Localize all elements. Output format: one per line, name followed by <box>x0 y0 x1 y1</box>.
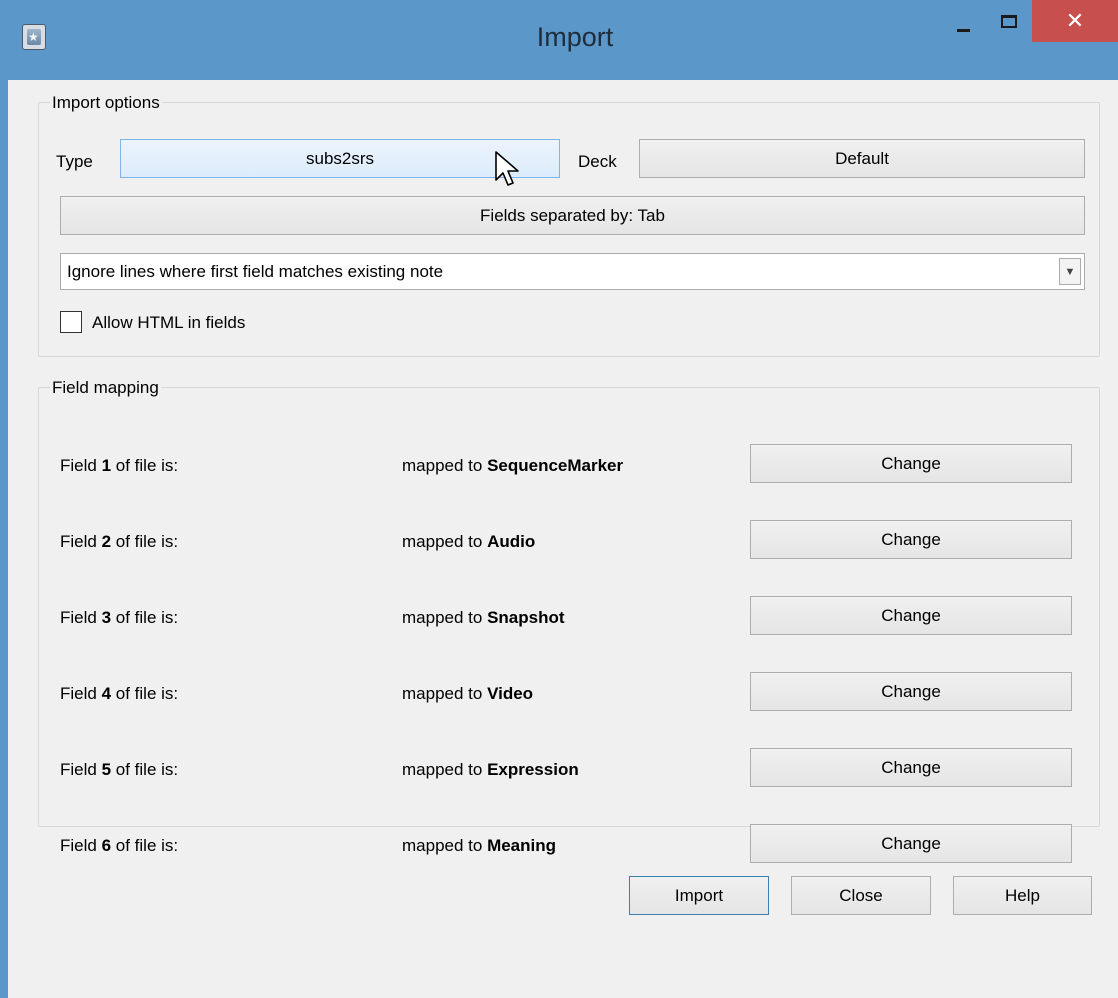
mapped-to-text: mapped to <box>402 532 488 551</box>
change-mapping-button[interactable]: Change <box>750 444 1072 483</box>
close-window-button[interactable]: ✕ <box>1032 0 1118 42</box>
import-options-title: Import options <box>50 93 162 113</box>
field-suffix-text: of file is: <box>111 836 179 855</box>
mapped-to-text: mapped to <box>402 608 488 627</box>
maximize-icon <box>1001 14 1017 28</box>
field-number: 2 <box>101 532 112 551</box>
import-dialog-window: Import ✕ Import options Type subs2srs De… <box>0 0 1118 998</box>
allow-html-label[interactable]: Allow HTML in fields <box>92 313 245 333</box>
field-number: 1 <box>101 456 112 475</box>
field-prefix-text: Field <box>60 456 102 475</box>
import-button[interactable]: Import <box>629 876 769 915</box>
deck-label: Deck <box>578 152 617 171</box>
field-prefix-text: Field <box>60 532 102 551</box>
field-row-source-label: Field 1 of file is: <box>60 456 178 476</box>
change-mapping-button[interactable]: Change <box>750 824 1072 863</box>
field-row-target-label: mapped to SequenceMarker <box>402 456 623 476</box>
target-field-name: Meaning <box>487 836 557 855</box>
field-row-source-label: Field 5 of file is: <box>60 760 178 780</box>
target-field-name: Video <box>487 684 534 703</box>
maximize-button[interactable] <box>986 0 1032 42</box>
field-row-target-label: mapped to Meaning <box>402 836 556 856</box>
field-number: 3 <box>101 608 112 627</box>
allow-html-checkbox[interactable] <box>60 311 82 333</box>
mouse-pointer-icon <box>495 151 519 186</box>
duplicate-handling-select[interactable]: Ignore lines where first field matches e… <box>60 253 1085 290</box>
field-prefix-text: Field <box>60 684 102 703</box>
close-button[interactable]: Close <box>791 876 931 915</box>
change-mapping-button[interactable]: Change <box>750 520 1072 559</box>
title-bar[interactable]: Import ✕ <box>0 0 1118 80</box>
deck-button[interactable]: Default <box>639 139 1085 178</box>
mapped-to-text: mapped to <box>402 456 488 475</box>
field-row-target-label: mapped to Video <box>402 684 533 704</box>
target-field-name: Snapshot <box>487 608 565 627</box>
duplicate-handling-value: Ignore lines where first field matches e… <box>67 262 444 281</box>
field-mapping-title: Field mapping <box>50 378 161 398</box>
target-field-name: SequenceMarker <box>487 456 624 475</box>
target-field-name: Expression <box>487 760 579 779</box>
field-number: 6 <box>101 836 112 855</box>
field-prefix-text: Field <box>60 836 102 855</box>
field-row-target-label: mapped to Expression <box>402 760 579 780</box>
change-mapping-button[interactable]: Change <box>750 672 1072 711</box>
change-mapping-button[interactable]: Change <box>750 596 1072 635</box>
dialog-body: Import options Type subs2srs Deck Defaul… <box>8 80 1118 998</box>
field-row-source-label: Field 3 of file is: <box>60 608 178 628</box>
field-row-source-label: Field 2 of file is: <box>60 532 178 552</box>
field-number: 5 <box>101 760 112 779</box>
mapped-to-text: mapped to <box>402 760 488 779</box>
field-suffix-text: of file is: <box>111 456 179 475</box>
minimize-icon <box>956 28 970 32</box>
field-prefix-text: Field <box>60 760 102 779</box>
mapped-to-text: mapped to <box>402 684 488 703</box>
field-suffix-text: of file is: <box>111 608 179 627</box>
field-separator-button[interactable]: Fields separated by: Tab <box>60 196 1085 235</box>
type-label: Type <box>56 152 93 171</box>
mapped-to-text: mapped to <box>402 836 488 855</box>
chevron-down-icon[interactable]: ▼ <box>1059 258 1081 285</box>
field-suffix-text: of file is: <box>111 684 179 703</box>
field-suffix-text: of file is: <box>111 532 179 551</box>
help-button[interactable]: Help <box>953 876 1092 915</box>
field-row-source-label: Field 4 of file is: <box>60 684 178 704</box>
change-mapping-button[interactable]: Change <box>750 748 1072 787</box>
field-prefix-text: Field <box>60 608 102 627</box>
minimize-button[interactable] <box>940 0 986 42</box>
field-row-source-label: Field 6 of file is: <box>60 836 178 856</box>
field-suffix-text: of file is: <box>111 760 179 779</box>
close-icon: ✕ <box>1065 8 1085 34</box>
target-field-name: Audio <box>487 532 536 551</box>
field-row-target-label: mapped to Audio <box>402 532 535 552</box>
field-row-target-label: mapped to Snapshot <box>402 608 565 628</box>
field-number: 4 <box>101 684 112 703</box>
